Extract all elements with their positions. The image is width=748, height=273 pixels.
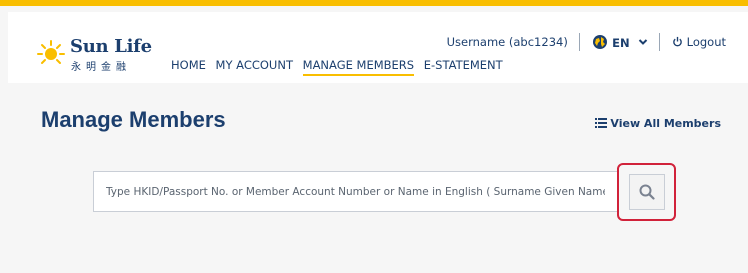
view-all-members-label: View All Members [610, 117, 721, 130]
sun-life-logo[interactable]: Sun Life 永明金融 [36, 36, 156, 76]
nav-my-account[interactable]: MY ACCOUNT [216, 58, 293, 74]
globe-icon [593, 35, 608, 49]
member-search-input[interactable] [93, 171, 618, 212]
divider [659, 33, 661, 51]
list-icon [594, 118, 607, 128]
chevron-down-icon [638, 39, 647, 45]
logout-label: Logout [686, 35, 726, 49]
nav-home[interactable]: HOME [171, 58, 206, 74]
language-selector[interactable]: EN [592, 34, 648, 50]
nav-e-statement[interactable]: E-STATEMENT [424, 58, 503, 74]
header: Sun Life 永明金融 Username (abc1234) EN Logo… [8, 12, 748, 83]
sun-icon [37, 40, 65, 64]
search-button[interactable] [629, 174, 665, 210]
brand-name: Sun Life [70, 36, 152, 57]
nav-manage-members[interactable]: MANAGE MEMBERS [302, 58, 415, 76]
top-accent-bar [0, 0, 748, 6]
page-title: Manage Members [41, 107, 226, 132]
language-label: EN [612, 36, 630, 50]
divider [579, 33, 581, 51]
username-label: Username (abc1234) [446, 35, 568, 49]
logout-button[interactable]: Logout [672, 35, 726, 49]
brand-name-chinese: 永明金融 [71, 62, 131, 73]
user-bar: Username (abc1234) EN Logout [447, 33, 726, 51]
main-nav: HOME MY ACCOUNT MANAGE MEMBERS E-STATEME… [171, 58, 509, 76]
search-icon [639, 184, 655, 200]
view-all-members-link[interactable]: View All Members [594, 117, 721, 130]
power-icon [673, 36, 682, 47]
